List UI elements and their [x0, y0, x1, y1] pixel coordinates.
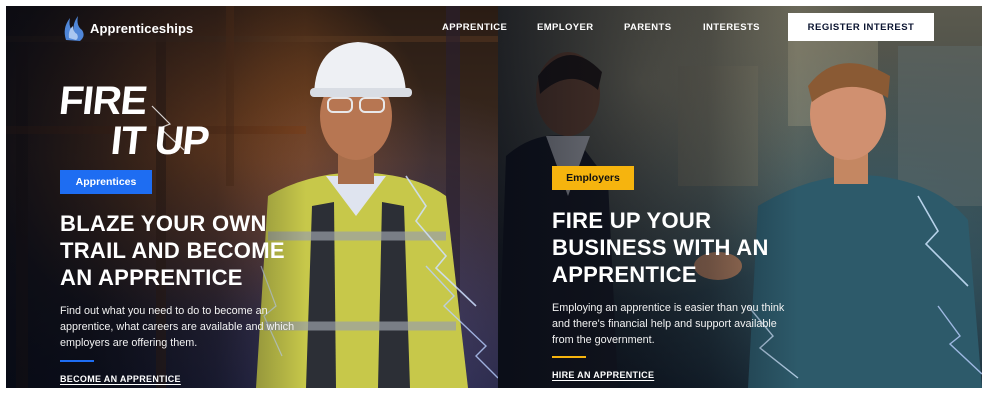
- apprentices-badge: Apprentices: [60, 170, 152, 194]
- apprentices-accent-rule: [60, 360, 94, 362]
- employers-description-line: and there's financial help and support a…: [552, 318, 777, 330]
- employers-headline-line: BUSINESS WITH AN: [552, 235, 769, 260]
- become-an-apprentice-link[interactable]: BECOME AN APPRENTICE: [60, 374, 181, 384]
- nav-employer[interactable]: EMPLOYER: [537, 22, 594, 33]
- employers-headline-line: APPRENTICE: [552, 262, 697, 287]
- apprentices-headline-line: TRAIL AND BECOME: [60, 238, 285, 263]
- apprentices-headline-line: AN APPRENTICE: [60, 265, 243, 290]
- employers-accent-rule: [552, 356, 586, 358]
- employers-headline: FIRE UP YOUR BUSINESS WITH AN APPRENTICE: [552, 207, 802, 288]
- employers-description-line: Employing an apprentice is easier than y…: [552, 302, 785, 314]
- employers-description: Employing an apprentice is easier than y…: [552, 300, 822, 348]
- employers-headline-line: FIRE UP YOUR: [552, 208, 712, 233]
- site-logo[interactable]: Apprenticeships: [62, 14, 193, 42]
- nav-apprentice[interactable]: APPRENTICE: [442, 22, 507, 33]
- fire-logo-line1: FIRE: [60, 79, 149, 123]
- employers-description-line: from the government.: [552, 334, 655, 346]
- apprentices-description: Find out what you need to do to become a…: [60, 303, 330, 351]
- apprentices-description-line: employers are offering them.: [60, 337, 198, 349]
- apprentices-description-line: apprentice, what careers are available a…: [60, 321, 295, 333]
- nav-interests[interactable]: INTERESTS: [703, 22, 760, 33]
- register-interest-button[interactable]: REGISTER INTEREST: [788, 13, 934, 41]
- apprenticeships-flame-icon: [64, 16, 84, 41]
- employers-badge: Employers: [552, 166, 634, 190]
- apprentices-description-line: Find out what you need to do to become a…: [60, 305, 268, 317]
- apprentices-headline-line: BLAZE YOUR OWN: [60, 211, 267, 236]
- apprentices-headline: BLAZE YOUR OWN TRAIL AND BECOME AN APPRE…: [60, 210, 320, 291]
- nav-parents[interactable]: PARENTS: [624, 22, 672, 33]
- fire-logo-line2: IT UP: [109, 119, 211, 158]
- hire-an-apprentice-link[interactable]: HIRE AN APPRENTICE: [552, 370, 654, 380]
- hero-frame: Apprenticeships APPRENTICE EMPLOYER PARE…: [6, 6, 982, 388]
- logo-text: Apprenticeships: [90, 20, 194, 36]
- fire-it-up-logo: FIRE IT UP: [60, 79, 211, 158]
